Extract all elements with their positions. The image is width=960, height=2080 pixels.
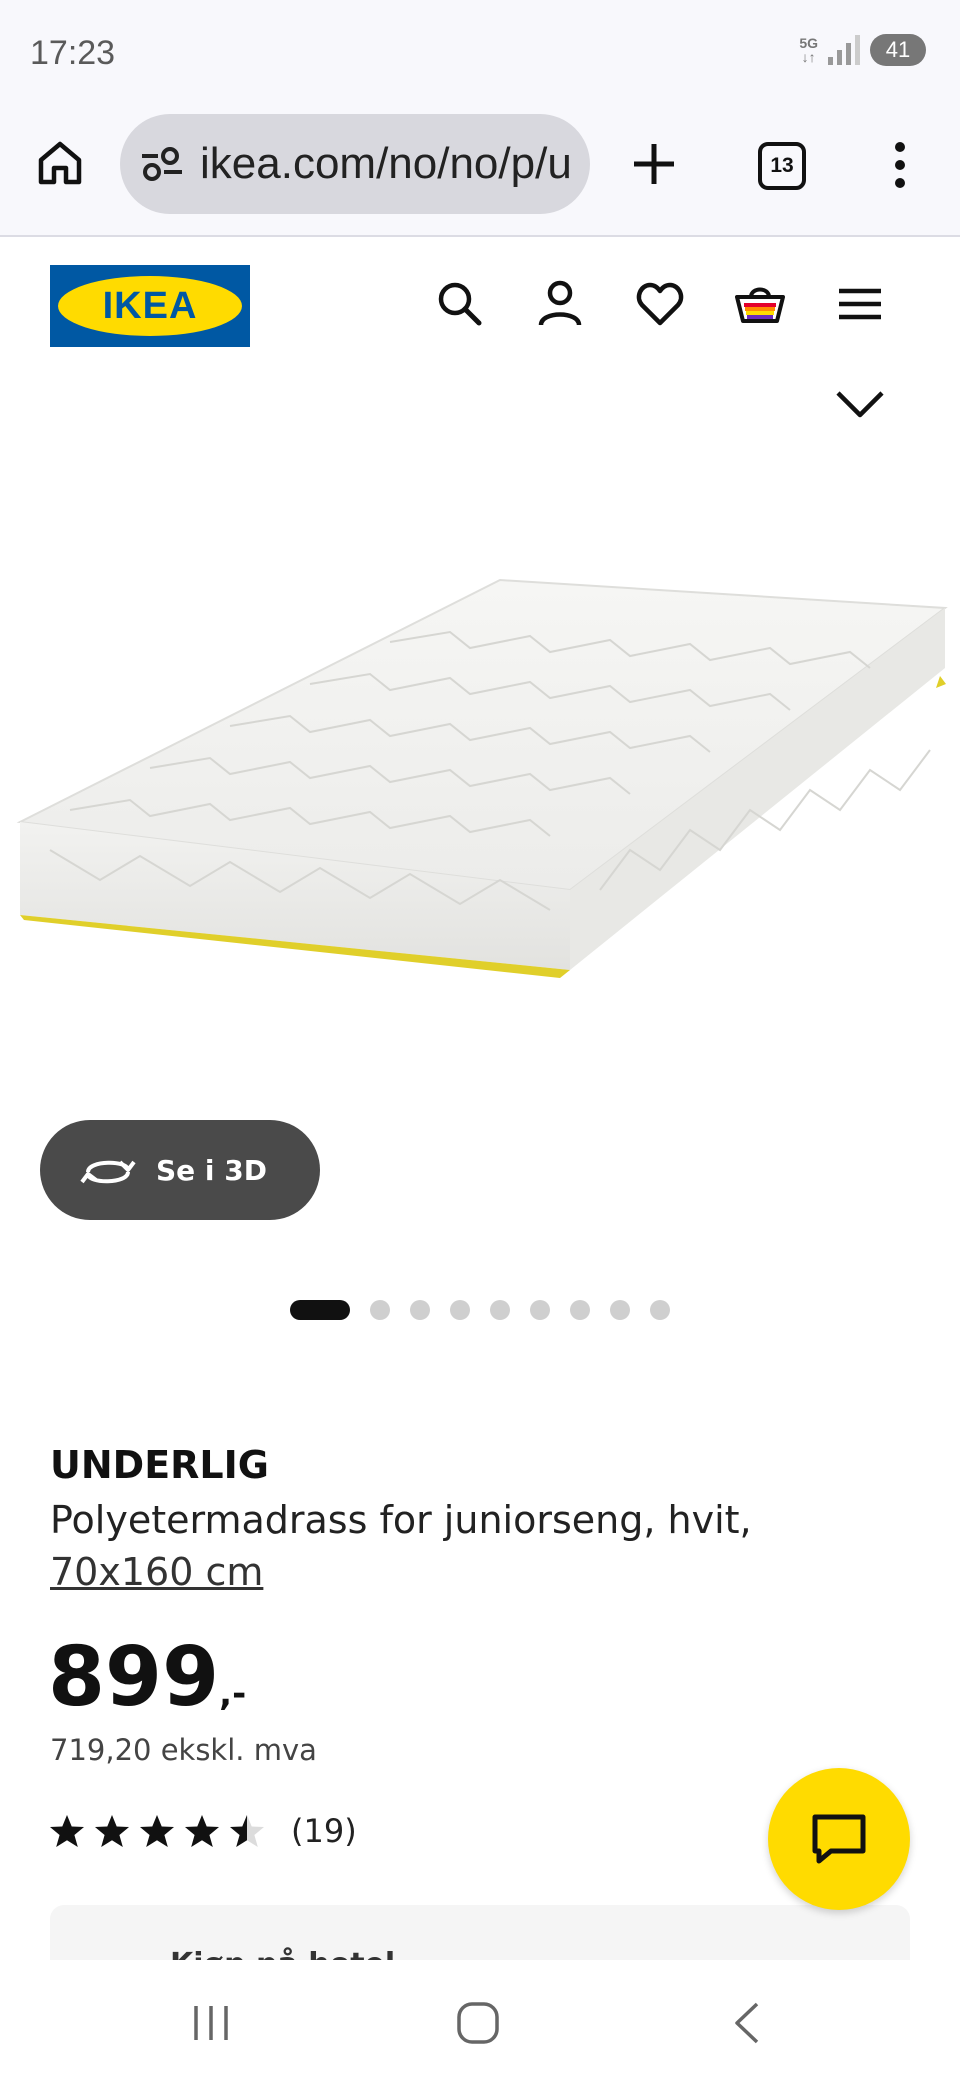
star-icon — [140, 1815, 174, 1847]
carousel-dot[interactable] — [370, 1300, 390, 1320]
stars-group — [48, 1813, 273, 1849]
carousel-dot[interactable] — [410, 1300, 430, 1320]
chat-icon — [812, 1814, 866, 1864]
chat-button[interactable] — [768, 1768, 910, 1910]
carousel-dot[interactable] — [450, 1300, 470, 1320]
product-description-text: Polyetermadrass for juniorseng, hvit, — [50, 1498, 752, 1542]
site-header: IKEA — [0, 237, 960, 367]
search-icon[interactable] — [435, 279, 485, 329]
review-count[interactable]: (19) — [291, 1812, 357, 1850]
more-vert-icon[interactable] — [880, 140, 920, 190]
product-description: Polyetermadrass for juniorseng, hvit, 70… — [50, 1494, 910, 1598]
home-icon[interactable] — [35, 138, 85, 188]
star-icon — [230, 1815, 264, 1847]
tab-count: 13 — [770, 154, 794, 177]
plus-icon[interactable] — [630, 140, 678, 188]
signal-icon — [828, 35, 860, 65]
logo-oval: IKEA — [58, 276, 242, 336]
battery-level: 41 — [885, 37, 911, 62]
network-indicator: 5G ↓↑ — [799, 35, 818, 65]
price-amount: 899 — [48, 1630, 220, 1725]
carousel-dot[interactable] — [570, 1300, 590, 1320]
star-icon — [50, 1815, 84, 1847]
carousel-dot[interactable] — [610, 1300, 630, 1320]
system-nav-bar — [0, 1960, 960, 2080]
carousel-dot[interactable] — [650, 1300, 670, 1320]
status-bar: 17:23 5G ↓↑ 41 — [0, 0, 960, 110]
home-nav-icon[interactable] — [453, 1998, 503, 2048]
status-time: 17:23 — [30, 34, 116, 72]
product-size-link[interactable]: 70x160 cm — [50, 1550, 263, 1594]
star-icon — [185, 1815, 219, 1847]
product-name: UNDERLIG — [50, 1443, 269, 1487]
product-image[interactable] — [10, 560, 950, 1000]
price-suffix: ,- — [219, 1674, 247, 1714]
back-icon[interactable] — [723, 1998, 773, 2048]
network-type: 5G — [799, 35, 818, 51]
rating-stars[interactable]: (19) — [48, 1812, 357, 1850]
browser-toolbar: ikea.com/no/no/p/u 13 — [0, 110, 960, 237]
price-excl-vat: 719,20 ekskl. mva — [50, 1733, 317, 1767]
logo-text: IKEA — [102, 284, 198, 327]
rotate-3d-icon — [80, 1160, 136, 1184]
star-icon — [95, 1815, 129, 1847]
carousel-dot[interactable] — [490, 1300, 510, 1320]
carousel-dot[interactable] — [530, 1300, 550, 1320]
carousel-dot-active[interactable] — [290, 1300, 350, 1320]
site-settings-icon[interactable] — [140, 144, 184, 184]
person-icon[interactable] — [535, 279, 585, 329]
tab-switcher-button[interactable]: 13 — [758, 142, 806, 190]
product-price: 899,- — [48, 1630, 246, 1725]
view-3d-label: Se i 3D — [156, 1153, 267, 1187]
hamburger-icon[interactable] — [835, 279, 885, 329]
heart-icon[interactable] — [635, 279, 685, 329]
basket-icon[interactable] — [735, 279, 785, 329]
battery-icon: 41 — [870, 34, 926, 66]
ikea-logo[interactable]: IKEA — [50, 265, 250, 347]
address-bar[interactable]: ikea.com/no/no/p/u — [120, 114, 590, 214]
chevron-down-icon[interactable] — [834, 385, 886, 425]
carousel-pagination — [290, 1300, 670, 1320]
status-icons: 5G ↓↑ 41 — [799, 34, 926, 66]
url-text: ikea.com/no/no/p/u — [200, 139, 572, 188]
view-3d-button[interactable]: Se i 3D — [40, 1120, 320, 1220]
recent-apps-icon[interactable] — [186, 1998, 236, 2048]
